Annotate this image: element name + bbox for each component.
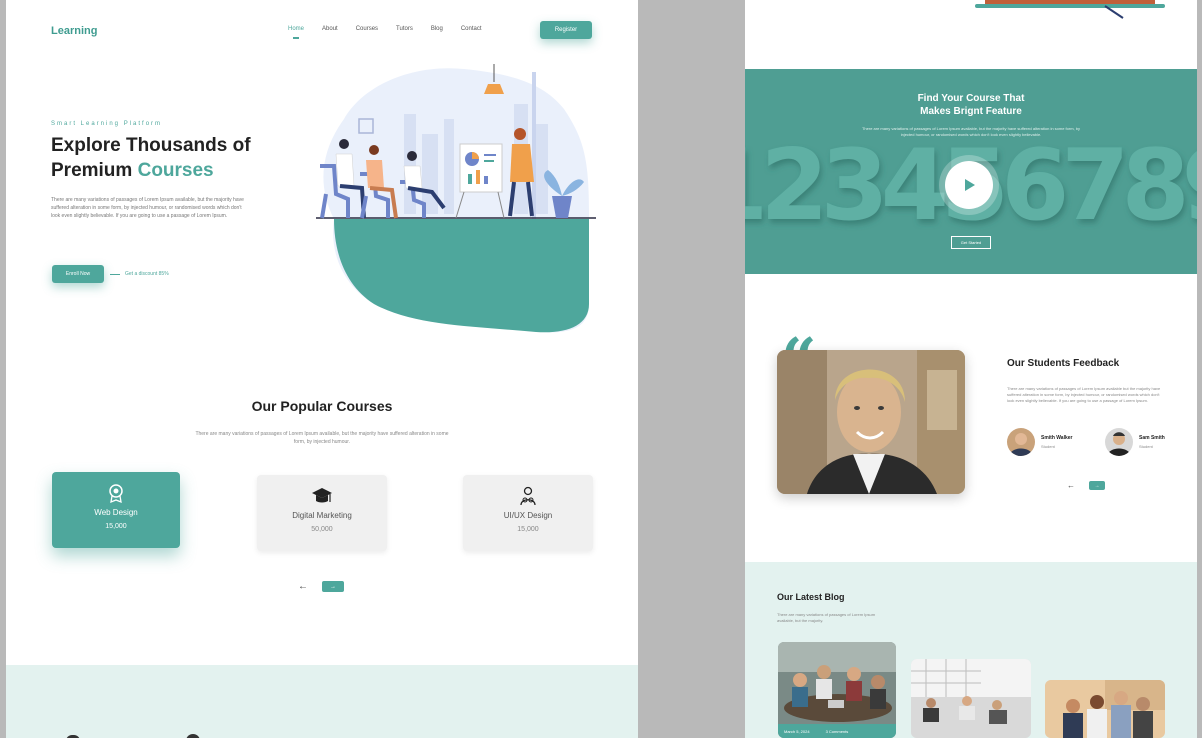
dash-icon — [110, 273, 120, 275]
nav-courses[interactable]: Courses — [356, 26, 378, 32]
student-role: Student — [1139, 444, 1153, 449]
student-photo — [777, 350, 965, 494]
blog-photo — [911, 659, 1031, 738]
course-title: UI/UX Design — [503, 511, 553, 520]
course-card-web-design[interactable]: Web Design 15,000 — [52, 472, 180, 548]
hero-paragraph: There are many variations of passages of… — [51, 197, 244, 219]
hero-title-line2: Premium — [51, 160, 138, 181]
student-name: Sam Smith — [1139, 435, 1165, 441]
blog-subtitle: There are many variations of passages of… — [777, 612, 876, 623]
feedback-paragraph: There are many variations of passages of… — [1007, 386, 1161, 403]
course-count: 15,000 — [105, 523, 127, 530]
prev-arrow-icon[interactable]: ← — [298, 581, 308, 592]
feature-paragraph: There are many variations of passages of… — [861, 126, 1081, 137]
nav-home[interactable]: Home — [288, 26, 304, 39]
student-role: Student — [1041, 444, 1055, 449]
hero-eyebrow: Smart Learning Platform — [51, 121, 163, 127]
landing-page-left: Learning Home About Courses Tutors Blog … — [6, 0, 638, 738]
nav-contact[interactable]: Contact — [461, 26, 482, 32]
student-name: Smith Walker — [1041, 435, 1073, 441]
play-icon — [965, 179, 975, 191]
course-title: Web Design — [94, 508, 138, 517]
hero-title: Explore Thousands of Premium Courses — [51, 133, 301, 183]
feedback-title: Our Students Feedback — [1007, 358, 1120, 369]
blog-photo — [1045, 680, 1165, 738]
feature-banner: 123456789 Find Your Course That Makes Br… — [745, 69, 1197, 274]
avatar-partial — [186, 734, 200, 738]
hero-illustration — [316, 64, 596, 333]
next-arrow-button[interactable]: → — [1089, 481, 1105, 490]
designer-icon — [520, 486, 536, 506]
get-started-button[interactable]: Get Started — [951, 236, 991, 249]
popular-courses-title: Our Popular Courses — [251, 398, 393, 414]
play-video-button[interactable] — [945, 161, 993, 209]
avatar — [1105, 428, 1133, 456]
nav-tutors[interactable]: Tutors — [396, 26, 413, 32]
discount-link[interactable]: Get a discount 85% — [110, 271, 169, 277]
blog-section: Our Latest Blog There are many variation… — [745, 562, 1197, 738]
course-count: 50,000 — [311, 526, 333, 533]
popular-courses-subtitle: There are many variations of passages of… — [195, 431, 449, 445]
blog-post-card[interactable] — [911, 659, 1031, 738]
graduation-cap-icon — [312, 488, 332, 503]
landing-page-right: 123456789 Find Your Course That Makes Br… — [745, 0, 1197, 738]
student-card[interactable]: Smith Walker Student — [1007, 428, 1073, 456]
feedback-pagination: ← → — [1067, 481, 1105, 490]
course-title: Digital Marketing — [292, 511, 352, 520]
next-section-band — [6, 665, 638, 738]
feature-title-line2: Makes Brignt Feature — [920, 106, 1022, 117]
register-button[interactable]: Register — [540, 21, 592, 39]
nav-about[interactable]: About — [322, 26, 338, 32]
course-card-uiux-design[interactable]: UI/UX Design 15,000 — [463, 475, 593, 551]
next-arrow-button[interactable]: → — [322, 581, 344, 592]
blog-post-date: March 5, 2024 — [784, 728, 810, 734]
feature-title-line1: Find Your Course That — [917, 93, 1025, 104]
course-count: 15,000 — [517, 526, 539, 533]
blog-post-comments: 3 Comments — [825, 728, 849, 734]
student-card[interactable]: Sam Smith Student — [1105, 428, 1165, 456]
blog-title: Our Latest Blog — [777, 592, 845, 602]
blog-post-card[interactable]: March 5, 2024 3 Comments — [778, 642, 896, 738]
blog-post-meta: March 5, 2024 3 Comments — [778, 724, 896, 738]
blog-post-card[interactable] — [1045, 680, 1165, 738]
award-icon — [109, 484, 123, 504]
book-illustration-partial — [975, 0, 1165, 19]
nav-blog[interactable]: Blog — [431, 26, 443, 32]
courses-pagination: ← → — [298, 581, 344, 592]
hero-title-line1: Explore Thousands of — [51, 135, 251, 156]
course-card-digital-marketing[interactable]: Digital Marketing 50,000 — [257, 475, 387, 551]
hero-title-accent: Courses — [137, 160, 214, 181]
prev-arrow-icon[interactable]: ← — [1067, 481, 1075, 490]
logo[interactable]: Learning — [51, 25, 97, 37]
discount-label: Get a discount 85% — [125, 271, 169, 277]
enroll-now-button[interactable]: Enroll Now — [52, 265, 104, 283]
avatar — [1007, 428, 1035, 456]
feature-title: Find Your Course That Makes Brignt Featu… — [745, 92, 1197, 118]
main-nav: Home About Courses Tutors Blog Contact — [288, 26, 482, 39]
